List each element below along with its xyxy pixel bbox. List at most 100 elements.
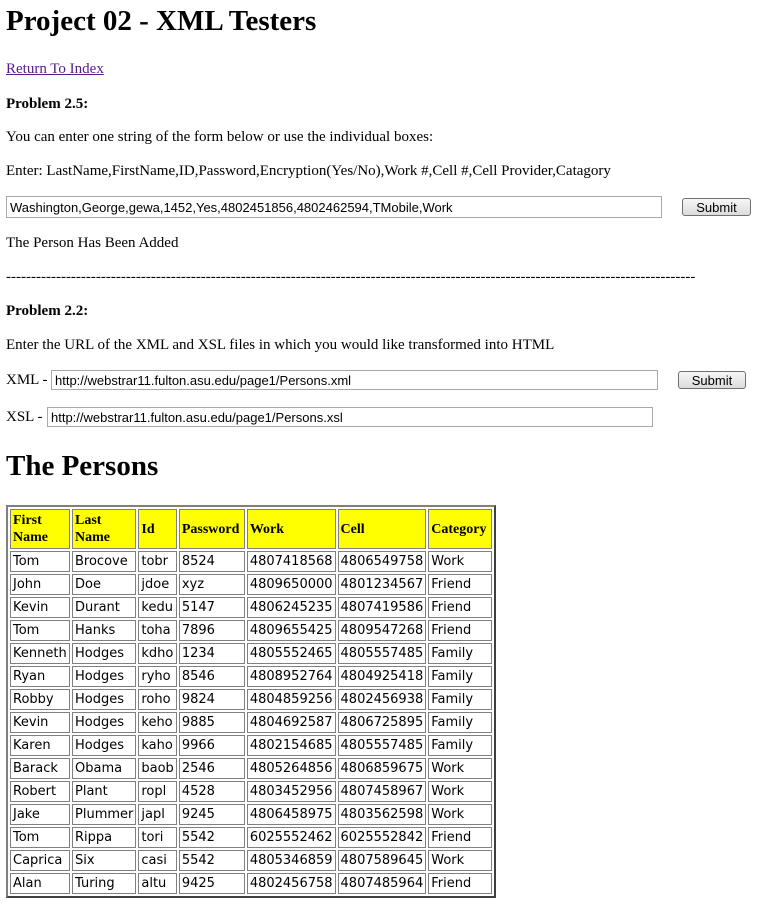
table-cell: Plummer xyxy=(72,804,137,825)
table-cell: jdoe xyxy=(138,574,177,595)
table-cell: 4805552465 xyxy=(246,643,336,664)
table-cell: 6025552842 xyxy=(337,827,427,848)
table-cell: Work xyxy=(428,758,493,779)
table-cell: tori xyxy=(138,827,177,848)
return-to-index-link[interactable]: Return To Index xyxy=(6,61,104,78)
page-title: Project 02 - XML Testers xyxy=(6,5,317,37)
problem-2-5-heading: Problem 2.5: xyxy=(6,96,89,112)
table-cell: kedu xyxy=(138,597,177,618)
table-cell: Kenneth xyxy=(10,643,70,664)
table-row: Robert Plant ropl 4528 4803452956 4807458967 W… xyxy=(10,781,493,802)
table-cell: Friend xyxy=(428,574,493,595)
table-cell: 4806458975 xyxy=(246,804,336,825)
table-row: Barack Obama baob 2546 4805264856 4806859675 W… xyxy=(10,758,493,779)
table-cell: Six xyxy=(72,850,137,871)
table-cell: Tom xyxy=(10,620,70,641)
table-cell: Rippa xyxy=(72,827,137,848)
table-cell: 4807589645 xyxy=(337,850,427,871)
table-cell: 4802456758 xyxy=(246,873,336,894)
table-cell: 4808952764 xyxy=(246,666,336,687)
table-cell: Hodges xyxy=(72,735,137,756)
table-cell: Turing xyxy=(72,873,137,894)
table-cell: 4806725895 xyxy=(337,712,427,733)
table-cell: casi xyxy=(138,850,177,871)
table-cell: 4809655425 xyxy=(246,620,336,641)
table-cell: 9966 xyxy=(178,735,245,756)
table-cell: Family xyxy=(428,689,493,710)
add-person-submit-button[interactable]: Submit xyxy=(682,198,751,216)
table-cell: Plant xyxy=(72,781,137,802)
table-row: Kevin Durant kedu 5147 4806245235 4807419586 F… xyxy=(10,597,493,618)
table-cell: Hanks xyxy=(72,620,137,641)
table-row: Tom Hanks toha 7896 4809655425 4809547268 Frie… xyxy=(10,620,493,641)
table-cell: 4802456938 xyxy=(337,689,427,710)
table-cell: kaho xyxy=(138,735,177,756)
table-cell: 4806549758 xyxy=(337,551,427,572)
section-divider: ----------------------------------------… xyxy=(6,269,696,285)
xml-url-input[interactable] xyxy=(51,370,658,390)
table-cell: ropl xyxy=(138,781,177,802)
column-header: Work xyxy=(246,509,336,549)
column-header: First Name xyxy=(10,509,70,549)
table-cell: Work xyxy=(428,551,493,572)
table-cell: Family xyxy=(428,666,493,687)
table-cell: 4807419586 xyxy=(337,597,427,618)
table-cell: japl xyxy=(138,804,177,825)
table-cell: 4803452956 xyxy=(246,781,336,802)
table-cell: Ryan xyxy=(10,666,70,687)
table-cell: Robert xyxy=(10,781,70,802)
table-cell: 8546 xyxy=(178,666,245,687)
table-cell: baob xyxy=(138,758,177,779)
person-string-input[interactable] xyxy=(6,196,662,218)
problem-2-5-format: Enter: LastName,FirstName,ID,Password,En… xyxy=(6,163,611,179)
table-cell: 5542 xyxy=(178,827,245,848)
xsl-label: XSL - xyxy=(6,409,43,425)
table-cell: tobr xyxy=(138,551,177,572)
table-cell: 4807418568 xyxy=(246,551,336,572)
table-cell: Barack xyxy=(10,758,70,779)
table-cell: Tom xyxy=(10,827,70,848)
table-cell: 4807485964 xyxy=(337,873,427,894)
table-row: Robby Hodges roho 9824 4804859256 4802456938 F… xyxy=(10,689,493,710)
table-row: Tom Rippa tori 5542 6025552462 6025552842 Frie… xyxy=(10,827,493,848)
table-cell: John xyxy=(10,574,70,595)
table-row: Caprica Six casi 5542 4805346859 4807589645 Wo… xyxy=(10,850,493,871)
table-row: Karen Hodges kaho 9966 4802154685 4805557485 F… xyxy=(10,735,493,756)
column-header: Cell xyxy=(337,509,427,549)
persons-title: The Persons xyxy=(6,450,159,482)
table-cell: kdho xyxy=(138,643,177,664)
table-cell: Caprica xyxy=(10,850,70,871)
table-cell: Alan xyxy=(10,873,70,894)
table-header-row: First Name Last Name Id Password Work Ce… xyxy=(10,509,493,549)
table-cell: 4805557485 xyxy=(337,643,427,664)
table-cell: Durant xyxy=(72,597,137,618)
table-cell: 4806245235 xyxy=(246,597,336,618)
table-cell: ryho xyxy=(138,666,177,687)
table-cell: Hodges xyxy=(72,666,137,687)
table-row: Jake Plummer japl 9245 4806458975 4803562598 W… xyxy=(10,804,493,825)
table-cell: 4809650000 xyxy=(246,574,336,595)
table-cell: 4806859675 xyxy=(337,758,427,779)
add-person-status: The Person Has Been Added xyxy=(6,235,179,251)
transform-submit-button[interactable]: Submit xyxy=(678,371,746,389)
table-cell: 9885 xyxy=(178,712,245,733)
table-cell: Friend xyxy=(428,620,493,641)
table-cell: 4802154685 xyxy=(246,735,336,756)
xml-label: XML - xyxy=(6,372,48,388)
table-cell: 4805346859 xyxy=(246,850,336,871)
table-cell: Hodges xyxy=(72,643,137,664)
table-cell: Tom xyxy=(10,551,70,572)
table-cell: Family xyxy=(428,712,493,733)
table-cell: Work xyxy=(428,804,493,825)
table-cell: 4809547268 xyxy=(337,620,427,641)
column-header: Last Name xyxy=(72,509,137,549)
table-cell: 4807458967 xyxy=(337,781,427,802)
table-row: Alan Turing altu 9425 4802456758 4807485964 Fr… xyxy=(10,873,493,894)
xsl-url-input[interactable] xyxy=(47,407,653,427)
table-cell: Kevin xyxy=(10,597,70,618)
problem-2-2-instruction: Enter the URL of the XML and XSL files i… xyxy=(6,337,555,353)
table-cell: Friend xyxy=(428,873,493,894)
table-cell: Hodges xyxy=(72,689,137,710)
column-header: Password xyxy=(178,509,245,549)
table-cell: Jake xyxy=(10,804,70,825)
